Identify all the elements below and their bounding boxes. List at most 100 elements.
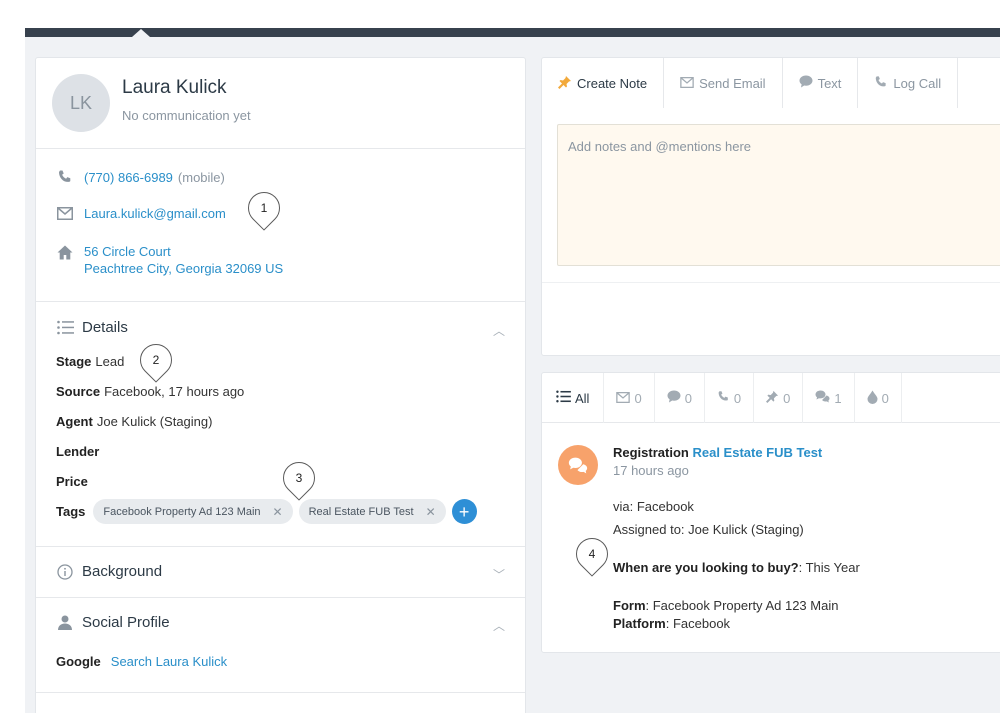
filter-count: 0 (881, 390, 889, 406)
filter-texts[interactable]: 0 (655, 373, 705, 423)
address-line2[interactable]: Peachtree City, Georgia 32069 US (84, 261, 283, 276)
question-label: When are you looking to buy? (613, 560, 799, 575)
address-line1[interactable]: 56 Circle Court (84, 244, 283, 259)
background-header[interactable]: Background (56, 563, 162, 580)
chevron-down-icon[interactable]: ﹀ (493, 566, 505, 583)
composer-tabs: Create Note Send Email Text Log Call (542, 58, 959, 108)
price-label: Price (56, 474, 88, 489)
note-textarea[interactable]: Add notes and @mentions here (557, 124, 1000, 266)
stage-label: Stage (56, 354, 92, 369)
pin-icon (766, 390, 779, 406)
add-tag-button[interactable]: + (451, 499, 477, 524)
source-field: Source Facebook, 17 hours ago (56, 384, 244, 399)
lender-field[interactable]: Lender (56, 444, 103, 459)
chat-bubble-icon (667, 390, 681, 406)
filter-events[interactable]: 1 (803, 373, 855, 423)
lender-label: Lender (56, 444, 100, 459)
tab-text[interactable]: Text (783, 58, 859, 108)
email-icon (56, 205, 74, 221)
tags-field: Tags Facebook Property Ad 123 Main ✕ Real… (56, 499, 477, 524)
phone-link[interactable]: (770) 866-6989 (84, 170, 173, 185)
filter-calls[interactable]: 0 (705, 373, 755, 423)
stage-field: Stage Lead (56, 354, 124, 369)
list-icon (56, 320, 74, 336)
details-header[interactable]: Details (56, 319, 128, 336)
filter-all[interactable]: All (542, 373, 605, 423)
person-icon (56, 615, 74, 631)
google-label: Google (56, 654, 101, 669)
email-icon (616, 391, 631, 406)
social-profile-header[interactable]: Social Profile (56, 614, 170, 631)
remove-tag-icon[interactable]: ✕ (273, 505, 283, 519)
address-row: 56 Circle Court Peachtree City, Georgia … (56, 244, 283, 276)
activity-feed-card: All 0 0 0 0 1 0 Registration Real Estate… (541, 372, 1000, 653)
google-field: Google Search Laura Kulick (56, 654, 227, 669)
chat-bubble-icon (799, 75, 813, 91)
activity-form: Form: Facebook Property Ad 123 Main (613, 598, 838, 613)
tags-label: Tags (56, 504, 86, 519)
pin-icon (558, 75, 572, 92)
filter-drips[interactable]: 0 (855, 373, 902, 423)
google-search-link[interactable]: Search Laura Kulick (111, 654, 227, 669)
filter-count: 0 (783, 390, 791, 406)
price-field[interactable]: Price (56, 474, 92, 489)
contact-info-section: (770) 866-6989 (mobile) Laura.kulick@gma… (36, 149, 525, 302)
form-label: Form (613, 598, 646, 613)
activity-type: Registration (613, 445, 689, 460)
agent-value[interactable]: Joe Kulick (Staging) (97, 414, 213, 429)
activity-question: When are you looking to buy?: This Year (613, 560, 860, 575)
filter-label: All (575, 390, 590, 406)
email-row: Laura.kulick@gmail.com (56, 205, 226, 221)
composer-card: Create Note Send Email Text Log Call Add… (541, 57, 1000, 356)
filter-count: 0 (733, 390, 742, 406)
tab-create-note[interactable]: Create Note (542, 58, 665, 108)
contact-header: LK Laura Kulick No communication yet (36, 58, 525, 149)
list-icon (556, 390, 571, 406)
phone-icon (874, 75, 888, 92)
agent-label: Agent (56, 414, 93, 429)
app-stage: LK Laura Kulick No communication yet (77… (25, 28, 1000, 713)
phone-type: (mobile) (177, 169, 225, 185)
tab-send-email[interactable]: Send Email (664, 58, 783, 108)
social-profile-section: Social Profile ︿ Google Search Laura Kuli… (36, 598, 525, 693)
tab-label: Create Note (577, 75, 648, 91)
tab-label: Send Email (699, 75, 766, 91)
email-link[interactable]: Laura.kulick@gmail.com (84, 206, 226, 221)
avatar[interactable]: LK (52, 74, 110, 132)
phone-row: (770) 866-6989 (mobile) (56, 169, 225, 185)
filter-emails[interactable]: 0 (604, 373, 655, 423)
callout-number: 3 (295, 471, 303, 485)
tag-label: Facebook Property Ad 123 Main (103, 505, 261, 518)
activity-time: 17 hours ago (613, 463, 689, 478)
top-navbar (25, 28, 1000, 37)
filter-count: 0 (634, 390, 642, 406)
nav-pointer (132, 29, 150, 37)
background-title: Background (82, 563, 163, 580)
activity-via: via: Facebook (613, 499, 694, 514)
contact-name[interactable]: Laura Kulick (122, 77, 227, 99)
chevron-up-icon[interactable]: ︿ (493, 617, 505, 634)
remove-tag-icon[interactable]: ✕ (426, 505, 436, 519)
filter-count: 1 (834, 390, 842, 406)
chevron-up-icon[interactable]: ︿ (493, 322, 505, 339)
tag-chip[interactable]: Real Estate FUB Test ✕ (298, 499, 446, 524)
tab-label: Text (817, 75, 842, 91)
tag-chip[interactable]: Facebook Property Ad 123 Main ✕ (93, 499, 293, 524)
details-section: Details ︿ Stage Lead Source Facebook, 17 h… (36, 302, 525, 547)
form-value: : Facebook Property Ad 123 Main (645, 598, 839, 613)
activity-source-link[interactable]: Real Estate FUB Test (692, 445, 822, 460)
contact-card: LK Laura Kulick No communication yet (77… (35, 57, 526, 713)
stage-value[interactable]: Lead (95, 354, 124, 369)
tab-log-call[interactable]: Log Call (858, 58, 959, 108)
callout-number: 4 (588, 547, 596, 561)
event-icon (815, 390, 830, 406)
home-icon (56, 244, 74, 260)
drip-icon (867, 390, 878, 407)
platform-label: Platform (613, 616, 666, 631)
filter-count: 0 (684, 390, 692, 406)
question-answer: : This Year (798, 560, 860, 575)
email-icon (680, 76, 694, 91)
tab-label: Log Call (893, 75, 942, 91)
filter-notes[interactable]: 0 (754, 373, 804, 423)
activity-title: Registration Real Estate FUB Test (613, 445, 822, 460)
